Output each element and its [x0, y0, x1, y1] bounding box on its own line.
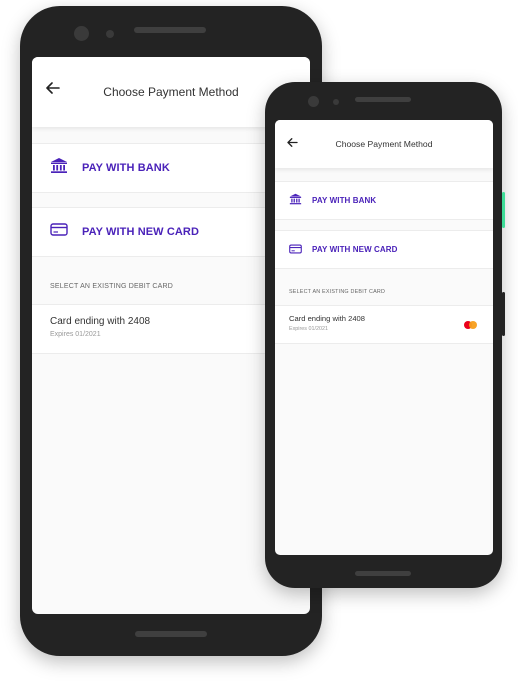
app-header: Choose Payment Method	[275, 120, 493, 168]
page-title: Choose Payment Method	[103, 85, 239, 99]
front-camera-icon	[308, 96, 319, 107]
front-camera-icon	[74, 26, 89, 41]
saved-card-row[interactable]: Card ending with 2408 Expires 01/2021	[275, 305, 493, 344]
pay-with-bank-label: PAY WITH BANK	[82, 162, 170, 174]
pay-with-new-card-label: PAY WITH NEW CARD	[312, 245, 398, 254]
volume-button	[502, 292, 505, 336]
sensor-icon	[106, 30, 114, 38]
pay-with-bank-label: PAY WITH BANK	[312, 196, 377, 205]
screen-small: Choose Payment Method PAY WITH BANK PAY …	[275, 120, 493, 555]
phone-small-frame: Choose Payment Method PAY WITH BANK PAY …	[265, 82, 505, 588]
back-arrow-icon[interactable]	[287, 138, 298, 147]
pay-with-new-card-button[interactable]: PAY WITH NEW CARD	[275, 230, 493, 269]
section-heading-existing-card: SELECT AN EXISTING DEBIT CARD	[289, 289, 386, 295]
back-arrow-icon[interactable]	[46, 82, 60, 94]
pay-with-new-card-label: PAY WITH NEW CARD	[82, 226, 200, 238]
bank-icon	[289, 192, 302, 210]
power-button	[502, 192, 505, 228]
pay-with-bank-button[interactable]: PAY WITH BANK	[275, 181, 493, 220]
home-indicator	[355, 571, 411, 576]
home-indicator	[135, 631, 207, 637]
speaker-grille	[134, 27, 206, 33]
sensor-icon	[333, 99, 339, 105]
credit-card-icon	[50, 223, 68, 241]
mastercard-icon	[464, 321, 477, 329]
credit-card-icon	[289, 241, 302, 259]
bank-icon	[50, 157, 68, 179]
saved-card-expiry: Expires 01/2021	[289, 326, 328, 332]
speaker-grille	[355, 97, 411, 102]
page-title: Choose Payment Method	[335, 139, 433, 149]
saved-card-title: Card ending with 2408	[289, 314, 365, 323]
